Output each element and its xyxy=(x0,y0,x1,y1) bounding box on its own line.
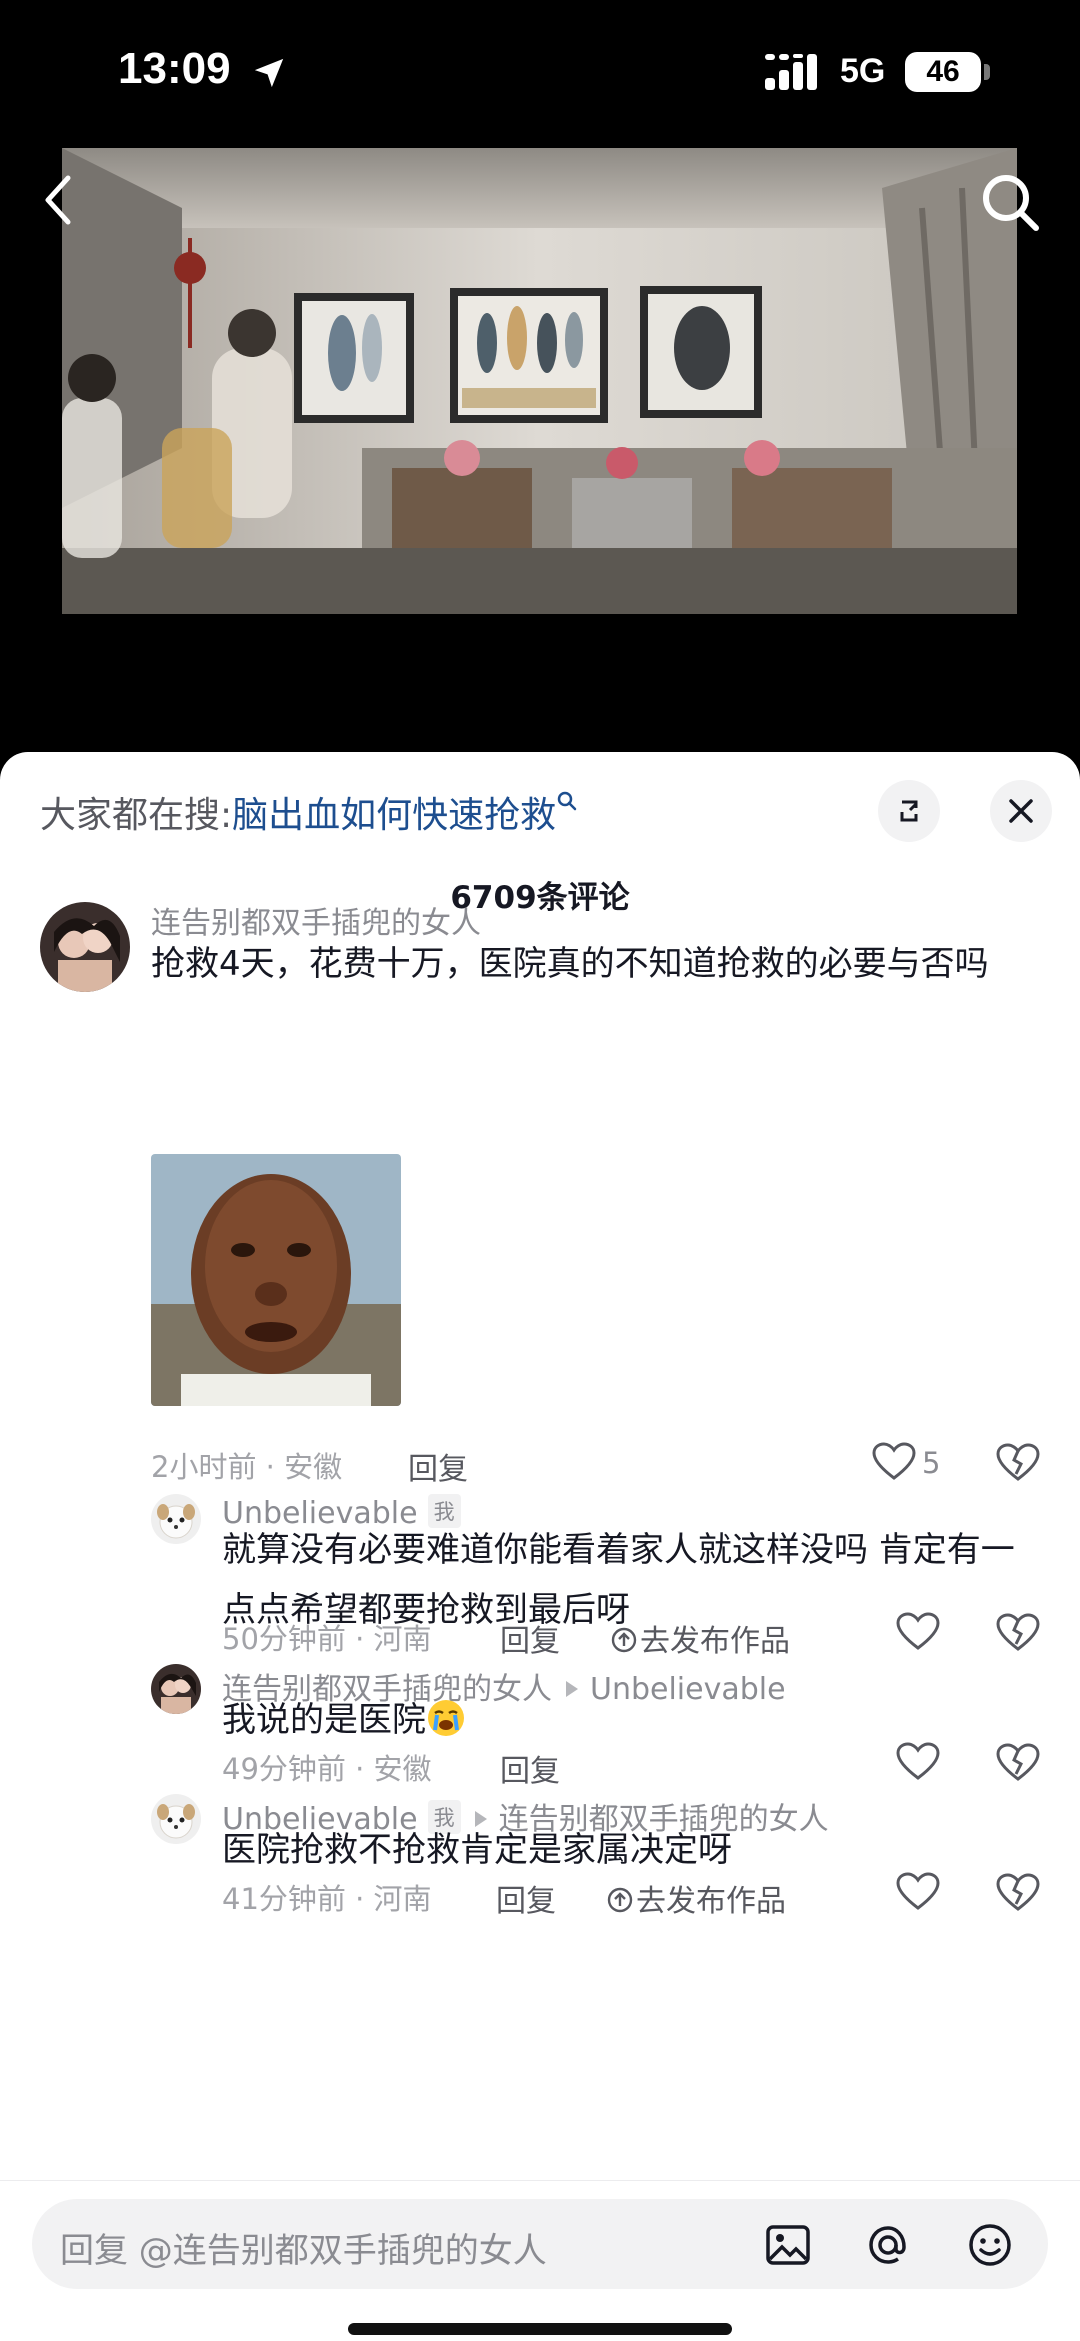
avatar-image xyxy=(151,1794,201,1844)
close-icon xyxy=(1009,799,1033,823)
publish-work-button[interactable]: 去发布作品 xyxy=(610,1616,790,1660)
upload-icon xyxy=(611,1627,637,1653)
home-indicator[interactable] xyxy=(348,2323,732,2335)
avatar-image xyxy=(151,1494,201,1544)
reply-meta: 41分钟前 · 河南 xyxy=(222,1882,432,1916)
emoji-icon[interactable] xyxy=(964,2219,1016,2271)
reply-input[interactable]: 回复 @连告别都双手插兜的女人 xyxy=(32,2199,1048,2289)
signal-icon xyxy=(765,54,817,90)
reply-meta: 49分钟前 · 安徽 xyxy=(222,1752,432,1786)
publish-work-label: 去发布作品 xyxy=(640,1624,790,1659)
hot-search-bar[interactable]: 大家都在搜:脑出血如何快速抢救 xyxy=(40,786,578,838)
reply-text-content: 我说的是医院 xyxy=(222,1700,426,1740)
search-icon[interactable] xyxy=(978,170,1042,234)
search-small-icon xyxy=(557,791,577,811)
reply-text: 医院抢救不抢救肯定是家属决定呀 xyxy=(222,1830,732,1870)
reply-input-bar: 回复 @连告别都双手插兜的女人 xyxy=(0,2180,1080,2341)
heart-icon[interactable] xyxy=(872,1442,916,1482)
broken-heart-icon[interactable] xyxy=(996,1742,1040,1784)
avatar[interactable] xyxy=(40,902,130,992)
reply-button[interactable]: 回复 xyxy=(500,1616,560,1660)
reply-avatar[interactable] xyxy=(151,1794,201,1844)
location-arrow-icon xyxy=(254,58,284,88)
image-icon[interactable] xyxy=(762,2219,814,2271)
reply-button[interactable]: 回复 xyxy=(408,1444,468,1488)
reply-input-placeholder: 回复 @连告别都双手插兜的女人 xyxy=(60,2231,547,2271)
publish-work-button[interactable]: 去发布作品 xyxy=(606,1876,786,1920)
reply-avatar[interactable] xyxy=(151,1494,201,1544)
meme-image[interactable] xyxy=(151,1154,401,1406)
reply-text: 我说的是医院 xyxy=(222,1690,1042,1750)
reply-button[interactable]: 回复 xyxy=(500,1746,560,1790)
comment-panel: 大家都在搜:脑出血如何快速抢救 6709条评论 连告别都双手插兜的女人 抢救4天… xyxy=(0,752,1080,2341)
expand-button[interactable] xyxy=(878,780,940,842)
meme-picture xyxy=(151,1154,401,1406)
avatar-image xyxy=(151,1664,201,1714)
upload-icon xyxy=(607,1887,633,1913)
reply-button[interactable]: 回复 xyxy=(496,1876,556,1920)
publish-work-label: 去发布作品 xyxy=(636,1884,786,1919)
hot-search-keyword[interactable]: 脑出血如何快速抢救 xyxy=(232,795,556,836)
comment-meta: 2小时前 · 安徽 xyxy=(151,1450,343,1484)
close-button[interactable] xyxy=(990,780,1052,842)
crying-emoji-icon xyxy=(428,1700,464,1736)
chevron-left-icon[interactable] xyxy=(38,170,78,230)
battery-indicator: 46 xyxy=(905,52,981,92)
heart-icon[interactable] xyxy=(896,1872,940,1912)
network-type: 5G xyxy=(840,52,886,90)
expand-icon xyxy=(900,800,918,822)
broken-heart-icon[interactable] xyxy=(996,1872,1040,1914)
status-time: 13:09 xyxy=(118,44,231,93)
mention-icon[interactable] xyxy=(862,2219,914,2271)
hot-search-prefix: 大家都在搜: xyxy=(40,795,233,836)
broken-heart-icon[interactable] xyxy=(996,1612,1040,1654)
heart-icon[interactable] xyxy=(896,1742,940,1782)
broken-heart-icon[interactable] xyxy=(996,1442,1040,1484)
video-frame-image xyxy=(62,148,1017,614)
reply-meta: 50分钟前 · 河南 xyxy=(222,1622,432,1656)
battery-tip xyxy=(984,64,990,80)
video-player[interactable] xyxy=(62,148,1017,614)
like-count: 5 xyxy=(922,1446,941,1480)
heart-icon[interactable] xyxy=(896,1612,940,1652)
comment-text: 抢救4天，花费十万，医院真的不知道抢救的必要与否吗 xyxy=(151,944,989,984)
avatar-image xyxy=(40,902,130,992)
reply-avatar[interactable] xyxy=(151,1664,201,1714)
status-bar: 13:09 5G 46 xyxy=(0,0,1080,150)
